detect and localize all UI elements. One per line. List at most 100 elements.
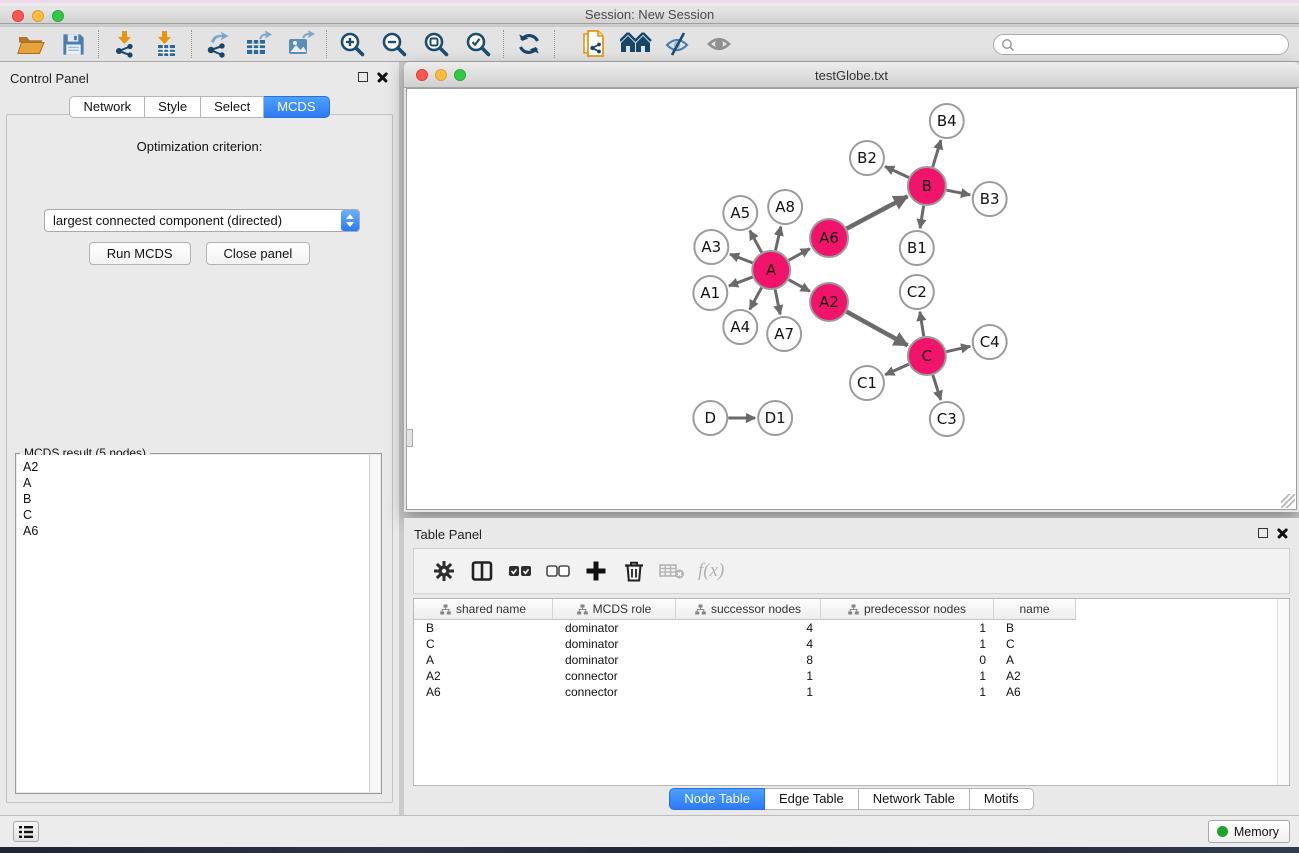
column-header-mcds-role[interactable]: MCDS role [553,599,676,620]
graph-edge-c-c4[interactable] [946,346,970,351]
tab-select[interactable]: Select [201,96,264,118]
tab-network[interactable]: Network [69,96,145,118]
tab-mcds[interactable]: MCDS [264,96,329,118]
export-image-button[interactable] [280,28,322,60]
hide-eye-button[interactable] [657,28,699,60]
tab-node-table[interactable]: Node Table [669,788,765,810]
column-header-predecessor-nodes[interactable]: predecessor nodes [821,599,994,620]
home-button[interactable] [615,28,657,60]
window-resize-grip[interactable] [1281,494,1295,508]
tab-edge-table[interactable]: Edge Table [765,788,859,810]
float-panel-icon[interactable] [358,72,368,82]
close-panel-icon[interactable] [377,71,389,83]
graph-edge-a-a7[interactable] [775,290,780,315]
table-cell[interactable]: connector [553,669,676,683]
network-canvas[interactable]: B4B2BB3A8A5A6A3B1AA1C2A2A4A7C4CC1DD1C3 [406,88,1297,510]
show-columns-button[interactable] [464,553,500,589]
graph-edge-a6-b[interactable] [847,196,908,228]
import-table-button[interactable] [145,28,187,60]
zoom-out-button[interactable] [373,28,415,60]
close-panel-button[interactable]: Close panel [206,242,311,265]
graph-edge-a2-c[interactable] [847,312,908,346]
select-stepper-icon[interactable] [341,210,359,231]
tab-style[interactable]: Style [145,96,201,118]
column-header-shared-name[interactable]: shared name [414,599,553,620]
graph-edge-a-a2[interactable] [789,280,810,292]
graph-edge-c-c2[interactable] [920,312,924,336]
zoom-fit-button[interactable] [415,28,457,60]
graph-edge-a-a8[interactable] [776,227,781,251]
save-session-button[interactable] [52,28,94,60]
table-cell[interactable]: A [994,653,1076,667]
delete-table-button[interactable] [654,553,690,589]
table-cell[interactable]: A2 [414,669,553,683]
table-cell[interactable]: A2 [994,669,1076,683]
network-window-titlebar[interactable]: testGlobe.txt [404,62,1299,88]
table-cell[interactable]: 1 [821,669,994,683]
mcds-result-item[interactable]: A6 [23,523,380,539]
table-cell[interactable]: 4 [676,621,821,635]
graph-edge-b-b1[interactable] [920,206,924,229]
float-panel-icon[interactable] [1258,528,1268,538]
task-history-button[interactable] [13,821,39,842]
table-cell[interactable]: 0 [821,653,994,667]
open-session-button[interactable] [10,28,52,60]
table-cell[interactable]: 1 [676,669,821,683]
graph-edge-a-a4[interactable] [750,288,762,310]
table-cell[interactable]: dominator [553,621,676,635]
graph-edge-a-a5[interactable] [750,231,762,253]
search-input[interactable] [1015,36,1288,53]
delete-column-button[interactable] [616,553,652,589]
network-graph[interactable]: B4B2BB3A8A5A6A3B1AA1C2A2A4A7C4CC1DD1C3 [407,89,1296,509]
table-cell[interactable]: dominator [553,653,676,667]
function-builder-button[interactable]: f(x) [698,560,724,582]
deselect-all-button[interactable] [540,553,576,589]
table-cell[interactable]: A6 [414,685,553,699]
table-cell[interactable]: C [994,637,1076,651]
graph-edge-b-b2[interactable] [885,166,909,177]
select-all-button[interactable] [502,553,538,589]
export-table-button[interactable] [238,28,280,60]
graph-edge-c-c1[interactable] [885,364,908,375]
new-network-from-file-button[interactable] [573,28,615,60]
mcds-result-item[interactable]: B [23,491,380,507]
graph-edge-b-b4[interactable] [933,140,941,167]
column-header-successor-nodes[interactable]: successor nodes [676,599,821,620]
graph-edge-b-b3[interactable] [946,190,970,195]
table-row[interactable]: Bdominator41B [414,620,1289,636]
table-cell[interactable]: 4 [676,637,821,651]
table-cell[interactable]: connector [553,685,676,699]
table-row[interactable]: Adominator80A [414,652,1289,668]
table-cell[interactable]: B [994,621,1076,635]
tab-network-table[interactable]: Network Table [859,788,970,810]
table-cell[interactable]: 1 [821,637,994,651]
export-network-button[interactable] [196,28,238,60]
refresh-button[interactable] [508,28,550,60]
graph-edge-a-a6[interactable] [789,249,810,261]
zoom-in-button[interactable] [331,28,373,60]
mcds-result-item[interactable]: A [23,475,380,491]
table-row[interactable]: A6connector11A6 [414,684,1289,700]
create-column-button[interactable] [578,553,614,589]
zoom-selected-button[interactable] [457,28,499,60]
table-cell[interactable]: 1 [676,685,821,699]
table-scrollbar[interactable] [1277,599,1289,785]
table-cell[interactable]: A [414,653,553,667]
close-panel-icon[interactable] [1277,527,1289,539]
show-eye-button[interactable] [699,28,741,60]
table-row[interactable]: A2connector11A2 [414,668,1289,684]
criterion-select[interactable]: largest connected component (directed) [44,209,360,232]
mcds-list-scrollbar[interactable] [369,455,380,792]
table-cell[interactable]: 8 [676,653,821,667]
table-row[interactable]: Cdominator41C [414,636,1289,652]
tab-motifs[interactable]: Motifs [970,788,1034,810]
graph-edge-a-a1[interactable] [729,277,753,286]
mcds-result-item[interactable]: A2 [23,459,380,475]
table-cell[interactable]: 1 [821,685,994,699]
mcds-result-item[interactable]: C [23,507,380,523]
canvas-splitter-handle[interactable] [406,429,413,447]
table-cell[interactable]: B [414,621,553,635]
table-cell[interactable]: 1 [821,621,994,635]
column-header-name[interactable]: name [994,599,1076,620]
graph-edge-a-a3[interactable] [730,254,753,263]
